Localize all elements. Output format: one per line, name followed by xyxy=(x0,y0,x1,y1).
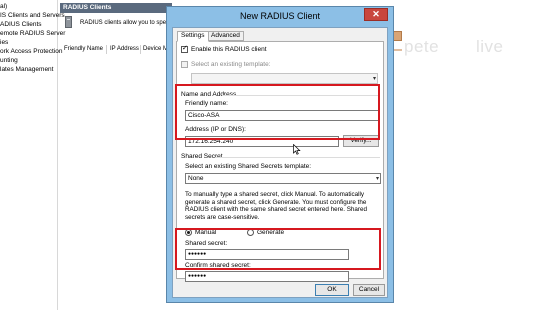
shared-secret-help-text: To manually type a shared secret, click … xyxy=(185,191,368,221)
tree-item-root[interactable]: al) xyxy=(0,2,7,11)
tree-item-remote-radius-server[interactable]: emote RADIUS Server xyxy=(0,29,65,38)
ok-button[interactable]: OK xyxy=(315,284,349,296)
console-tree: al) IS Clients and Servers ADIUS Clients… xyxy=(0,0,65,310)
results-pane-header: RADIUS Clients xyxy=(60,3,172,13)
enable-client-checkbox[interactable] xyxy=(181,45,188,53)
column-friendly-name[interactable]: Friendly Name xyxy=(64,45,103,53)
shared-secret-template-label: Select an existing Shared Secrets templa… xyxy=(185,163,312,170)
tree-item-radius-clients-servers[interactable]: IS Clients and Servers xyxy=(0,11,65,20)
cancel-button[interactable]: Cancel xyxy=(353,284,385,296)
highlight-name-address xyxy=(175,84,380,140)
column-device-manufacturer[interactable]: Device M xyxy=(143,45,168,53)
tree-item-accounting[interactable]: unting xyxy=(0,56,18,65)
chevron-down-icon: ▾ xyxy=(375,176,379,182)
select-template-label: Select an existing template: xyxy=(191,61,271,68)
template-dropdown[interactable]: ▾ xyxy=(191,73,378,84)
dialog-title: New RADIUS Client xyxy=(239,11,321,21)
mouse-pointer-icon xyxy=(293,144,301,155)
server-icon xyxy=(63,16,75,30)
select-template-checkbox[interactable] xyxy=(181,61,188,68)
tab-settings[interactable]: Settings xyxy=(177,31,209,42)
tree-item-network-access-protection[interactable]: ork Access Protection xyxy=(0,47,63,56)
chevron-down-icon: ▾ xyxy=(372,76,376,82)
brand-text-right: live xyxy=(476,37,504,56)
results-description: RADIUS clients allow you to specif xyxy=(80,20,172,26)
enable-client-label: Enable this RADIUS client xyxy=(191,46,267,53)
results-column-headers: Friendly Name IP Address Device M xyxy=(60,45,172,55)
brand-text-left: pete xyxy=(404,37,440,56)
confirm-secret-field[interactable]: ●●●●●● xyxy=(185,271,349,282)
tree-item-policies[interactable]: ies xyxy=(0,38,8,47)
column-ip-address[interactable]: IP Address xyxy=(110,45,139,53)
tab-advanced[interactable]: Advanced xyxy=(207,31,244,41)
tree-item-radius-clients[interactable]: ADIUS Clients xyxy=(0,20,42,29)
tree-item-templates-management[interactable]: lates Management xyxy=(0,65,53,74)
close-button[interactable]: ✕ xyxy=(364,8,388,21)
shared-secret-template-dropdown[interactable]: None ▾ xyxy=(185,173,381,184)
highlight-shared-secret xyxy=(175,228,381,270)
